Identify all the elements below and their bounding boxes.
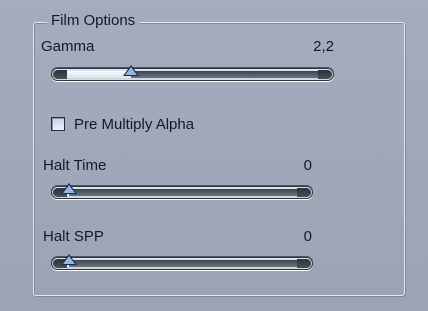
gamma-value: 2,2 bbox=[313, 38, 334, 55]
pre-multiply-alpha-label[interactable]: Pre Multiply Alpha bbox=[74, 116, 194, 134]
slider-thumb[interactable] bbox=[122, 65, 139, 76]
pre-multiply-alpha-checkbox[interactable] bbox=[51, 117, 65, 131]
halt-spp-value: 0 bbox=[303, 228, 312, 245]
halt-time-label: Halt Time bbox=[43, 157, 107, 174]
slider-end-right bbox=[297, 259, 311, 268]
gamma-label: Gamma bbox=[41, 38, 95, 55]
halt-time-value: 0 bbox=[303, 157, 312, 174]
gamma-slider[interactable] bbox=[51, 65, 334, 81]
halt-spp-label: Halt SPP bbox=[43, 228, 104, 245]
slider-used bbox=[67, 71, 131, 78]
slider-end-right bbox=[318, 70, 332, 79]
slider-end-left bbox=[53, 70, 67, 79]
group-title: Film Options bbox=[47, 11, 140, 31]
halt-spp-slider[interactable] bbox=[51, 254, 313, 270]
film-options-panel: Film Options Gamma 2,2 Pre Multiply Alph… bbox=[0, 0, 428, 311]
halt-time-slider[interactable] bbox=[51, 183, 313, 199]
slider-end-right bbox=[297, 188, 311, 197]
slider-thumb[interactable] bbox=[61, 183, 77, 194]
slider-track bbox=[54, 189, 310, 196]
slider-track bbox=[54, 260, 310, 267]
slider-thumb[interactable] bbox=[61, 254, 77, 265]
